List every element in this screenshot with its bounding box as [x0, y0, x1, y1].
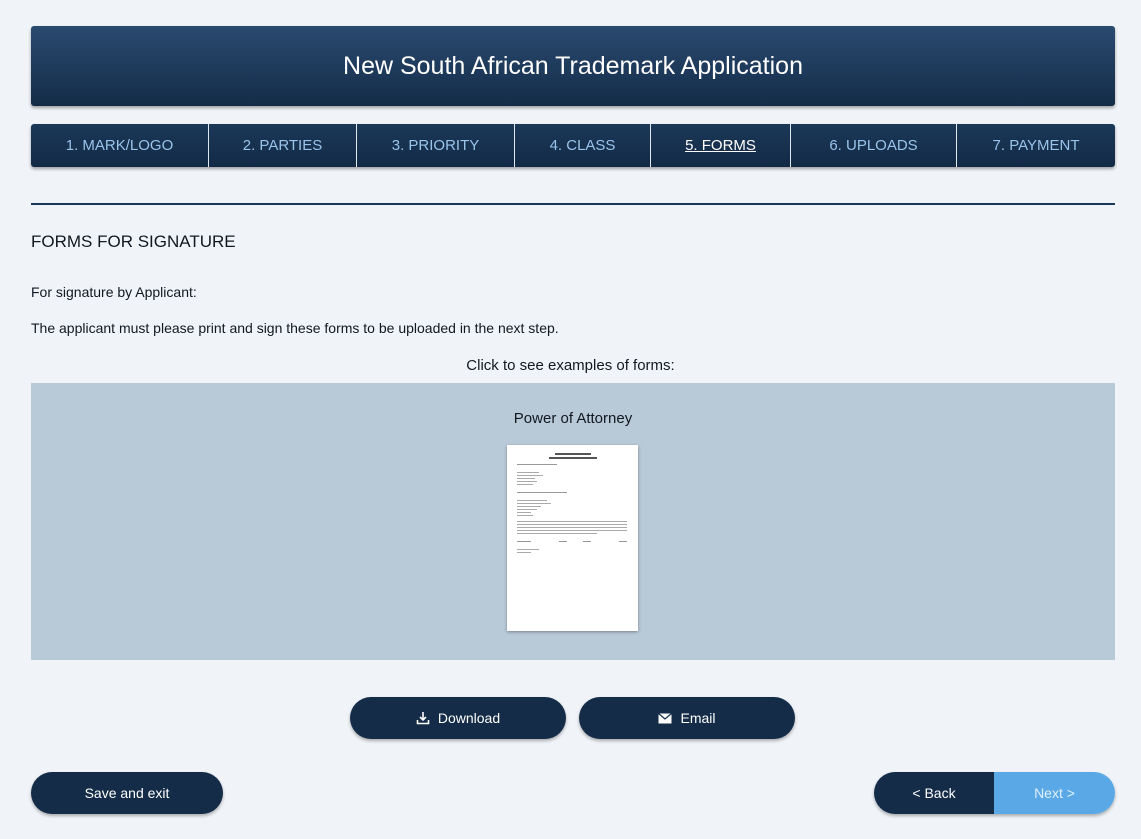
next-button[interactable]: Next > [994, 772, 1115, 814]
signature-by-label: For signature by Applicant: [31, 284, 197, 300]
step-navigation: < Back Next > [874, 772, 1115, 814]
tab-uploads[interactable]: 6. UPLOADS [791, 124, 957, 167]
section-divider [31, 203, 1115, 205]
save-and-exit-button[interactable]: Save and exit [31, 772, 223, 814]
app-header: New South African Trademark Application [31, 26, 1115, 106]
tab-class[interactable]: 4. CLASS [515, 124, 651, 167]
envelope-icon [658, 712, 673, 724]
forms-panel: Power of Attorney [31, 383, 1115, 660]
tab-forms[interactable]: 5. FORMS [651, 124, 791, 167]
tab-priority[interactable]: 3. PRIORITY [357, 124, 515, 167]
form-title-power-of-attorney: Power of Attorney [513, 410, 633, 427]
download-icon [416, 711, 430, 725]
document-preview-icon [517, 453, 627, 553]
step-tabs: 1. MARK/LOGO 2. PARTIES 3. PRIORITY 4. C… [31, 124, 1115, 167]
power-of-attorney-thumbnail[interactable] [507, 445, 638, 631]
click-hint: Click to see examples of forms: [466, 357, 675, 374]
email-label: Email [680, 710, 716, 726]
email-button[interactable]: Email [579, 697, 795, 739]
page-title: New South African Trademark Application [343, 51, 803, 80]
tab-parties[interactable]: 2. PARTIES [209, 124, 357, 167]
back-button[interactable]: < Back [874, 772, 994, 814]
download-button[interactable]: Download [350, 697, 566, 739]
download-label: Download [437, 710, 501, 726]
tab-mark-logo[interactable]: 1. MARK/LOGO [31, 124, 209, 167]
section-title: FORMS FOR SIGNATURE [31, 232, 236, 251]
instruction-text: The applicant must please print and sign… [31, 320, 559, 336]
tab-payment[interactable]: 7. PAYMENT [957, 124, 1115, 167]
